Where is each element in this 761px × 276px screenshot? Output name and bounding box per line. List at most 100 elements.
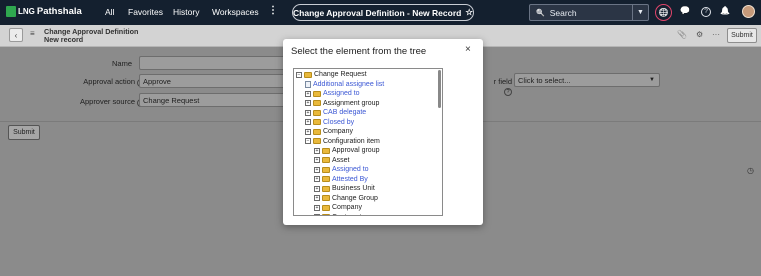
tree-node-label[interactable]: Assigned to xyxy=(323,90,360,97)
tree-node[interactable]: + Change Group xyxy=(314,194,378,203)
form-title: Change Approval Definition New record xyxy=(44,28,138,44)
chevron-down-icon: ▼ xyxy=(649,77,655,83)
folder-icon xyxy=(313,100,321,106)
tree-node[interactable]: + Company xyxy=(314,203,362,212)
help-icon[interactable]: ? xyxy=(701,7,711,17)
tree-node-label[interactable]: Change Request xyxy=(314,71,367,78)
tree-node-label[interactable]: Configuration item xyxy=(323,138,380,145)
tree-node[interactable]: + Business Unit xyxy=(314,184,375,193)
folder-icon xyxy=(322,166,330,173)
folder-icon xyxy=(322,204,330,211)
tree-node-label[interactable]: Company xyxy=(332,204,362,211)
folder-icon xyxy=(322,185,330,192)
folder-icon xyxy=(313,119,321,125)
submit-button-top[interactable]: Submit xyxy=(727,28,757,43)
tree-node[interactable]: − Change Request xyxy=(296,70,367,79)
tree-node[interactable]: + Attested By xyxy=(314,175,368,184)
back-icon[interactable]: ‹ xyxy=(9,28,23,42)
tree-node[interactable]: + Asset xyxy=(314,156,350,165)
submit-button[interactable]: Submit xyxy=(8,125,40,140)
expand-icon[interactable]: + xyxy=(314,176,320,182)
field-label: r field? xyxy=(493,77,512,96)
tree-node-label[interactable]: Change Group xyxy=(332,195,378,202)
nav-workspaces[interactable]: Workspaces xyxy=(212,7,259,17)
tree-node[interactable]: + Cost center xyxy=(314,213,368,216)
logo-icon xyxy=(6,6,16,17)
approval-action-select[interactable]: Approve xyxy=(139,74,289,88)
global-search[interactable]: 🔍 Search ▼ xyxy=(529,4,649,21)
tree-node-label[interactable]: Asset xyxy=(332,157,350,164)
settings-icon[interactable]: ⚙ xyxy=(696,30,703,39)
name-label: Name xyxy=(111,59,132,68)
attachment-icon[interactable]: 📎 xyxy=(677,30,687,39)
tree-node-label[interactable]: Approval group xyxy=(332,147,379,154)
more-actions-icon[interactable]: ··· xyxy=(712,30,720,39)
expand-icon[interactable]: + xyxy=(305,90,311,97)
approval-action-value: Approve xyxy=(143,76,171,86)
tree-node-label[interactable]: Assigned to xyxy=(332,166,369,173)
expand-icon[interactable]: + xyxy=(314,166,320,173)
logo-prefix: LNG xyxy=(18,7,35,16)
help-icon[interactable]: ? xyxy=(504,88,512,96)
avatar[interactable] xyxy=(742,5,755,18)
logo[interactable]: LNG Pathshala xyxy=(6,6,82,17)
tree-node[interactable]: − Configuration item xyxy=(305,137,380,146)
field-select[interactable]: Click to select... ▼ xyxy=(514,73,660,87)
tree-node-label[interactable]: Closed by xyxy=(323,119,354,126)
expand-icon[interactable]: + xyxy=(314,195,320,201)
tree-node-label[interactable]: Attested By xyxy=(332,176,368,183)
tree-scrollbar[interactable] xyxy=(438,70,441,108)
tree-node[interactable]: + Assigned to xyxy=(314,165,369,174)
approver-source-select[interactable]: Change Request xyxy=(139,93,289,107)
tree-node[interactable]: + Assignment group xyxy=(305,99,379,108)
menu-icon[interactable]: ≡ xyxy=(30,29,35,38)
collapse-icon[interactable]: − xyxy=(296,71,302,78)
bell-icon[interactable]: 🔔 xyxy=(720,6,730,15)
element-tree[interactable]: − Change Request Additional assignee list +… xyxy=(293,68,443,216)
folder-icon xyxy=(322,195,330,201)
folder-icon xyxy=(313,109,321,116)
expand-icon[interactable]: + xyxy=(314,204,320,211)
expand-icon[interactable]: + xyxy=(305,109,311,116)
tree-node-label[interactable]: CAB delegate xyxy=(323,109,366,116)
record-title-pill[interactable]: Change Approval Definition - New Record … xyxy=(292,4,474,21)
nav-more-icon[interactable]: ⋮ xyxy=(268,5,278,16)
tree-node[interactable]: + Approval group xyxy=(314,146,379,155)
tree-node[interactable]: + Closed by xyxy=(305,118,354,127)
tree-node-label[interactable]: Company xyxy=(323,128,353,135)
expand-icon[interactable]: + xyxy=(305,128,311,135)
field-value: Click to select... xyxy=(518,75,571,85)
nav-all[interactable]: All xyxy=(105,7,114,17)
tree-node[interactable]: + Assigned to xyxy=(305,89,360,98)
nav-history[interactable]: History xyxy=(173,7,199,17)
close-icon[interactable]: × xyxy=(465,44,471,55)
tree-node-label[interactable]: Additional assignee list xyxy=(313,81,384,88)
expand-icon[interactable]: + xyxy=(314,185,320,192)
tree-node-label[interactable]: Cost center xyxy=(332,214,368,216)
tree-node[interactable]: + CAB delegate xyxy=(305,108,366,117)
tree-node-label[interactable]: Business Unit xyxy=(332,185,375,192)
nav-favorites[interactable]: Favorites xyxy=(128,7,163,17)
clock-icon[interactable]: ◷ xyxy=(747,166,754,175)
tree-node[interactable]: Additional assignee list xyxy=(305,80,384,89)
form-title-line2: New record xyxy=(44,35,84,44)
chat-icon[interactable]: 💬 xyxy=(680,6,690,15)
expand-icon[interactable]: + xyxy=(305,100,311,106)
collapse-icon[interactable]: − xyxy=(305,138,311,144)
folder-icon xyxy=(322,147,330,154)
expand-icon[interactable]: + xyxy=(314,157,320,163)
globe-icon[interactable]: 🌐 xyxy=(655,4,672,21)
tree-node-label[interactable]: Assignment group xyxy=(323,100,379,107)
star-icon[interactable]: ☆ xyxy=(465,7,473,18)
folder-icon xyxy=(313,90,321,97)
folder-icon xyxy=(313,128,321,135)
folder-icon xyxy=(322,214,330,215)
search-dropdown-icon[interactable]: ▼ xyxy=(632,5,648,20)
expand-icon[interactable]: + xyxy=(314,214,320,215)
expand-icon[interactable]: + xyxy=(314,147,320,154)
tree-node[interactable]: + Company xyxy=(305,127,353,136)
document-icon xyxy=(305,80,311,88)
folder-icon xyxy=(322,176,330,182)
name-field[interactable] xyxy=(139,56,289,70)
expand-icon[interactable]: + xyxy=(305,119,311,125)
